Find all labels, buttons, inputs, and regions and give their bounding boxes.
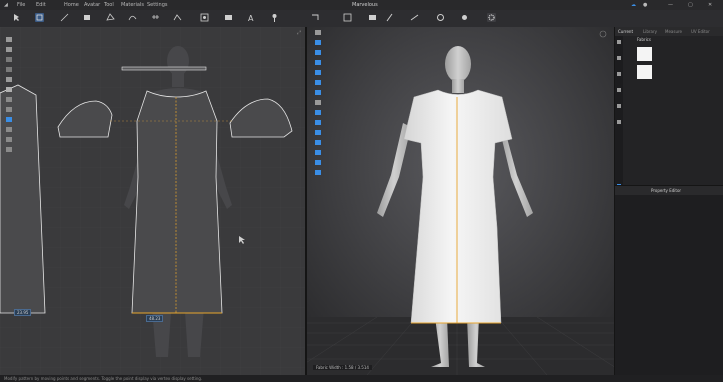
object-type-bar (615, 36, 623, 188)
expand-2d-icon[interactable]: ⤢ (297, 30, 301, 36)
seam-allowance-icon[interactable] (6, 107, 12, 112)
zoom-icon[interactable] (6, 47, 12, 52)
simulation-icon[interactable] (311, 13, 320, 22)
pin-tool-icon[interactable] (270, 13, 279, 22)
trim-type-icon[interactable] (617, 88, 621, 92)
fold-line-icon[interactable] (6, 137, 12, 142)
tab-current[interactable]: Current (618, 27, 633, 36)
free-sewing-icon[interactable] (173, 13, 182, 22)
steam-tool-icon[interactable] (436, 13, 445, 22)
measure-icon[interactable] (6, 127, 12, 132)
stress-map-icon[interactable] (315, 110, 321, 115)
select-tool-icon[interactable] (12, 13, 21, 22)
menu-file[interactable]: File (17, 0, 25, 10)
window-title: Marvelous (352, 2, 378, 8)
fit-map-icon[interactable] (315, 130, 321, 135)
pattern-side-toolbar (0, 33, 18, 163)
pressure-map-icon[interactable] (315, 140, 321, 145)
symmetry-icon[interactable] (6, 117, 12, 122)
notch-icon[interactable] (6, 57, 12, 62)
image-tool-icon[interactable] (224, 13, 233, 22)
internal-line-icon[interactable] (315, 150, 321, 155)
pattern-piece-strap[interactable] (121, 66, 207, 71)
gizmo-icon[interactable] (315, 30, 321, 35)
pattern-window-2d[interactable]: 23.95 48.23 ⤢ (0, 27, 305, 375)
fabrics-section-title: Fabrics (637, 37, 651, 42)
fabric-type-icon[interactable] (617, 40, 621, 44)
tab-measure[interactable]: Measure (665, 27, 682, 36)
trace-icon[interactable] (6, 67, 12, 72)
menu-materials[interactable]: Materials (121, 0, 144, 10)
seam-display-icon[interactable] (315, 160, 321, 165)
segment-tool-icon[interactable] (60, 13, 69, 22)
settings-gear-icon[interactable] (487, 13, 496, 22)
sewing-tool-icon[interactable] (151, 13, 160, 22)
svg-text:A: A (248, 14, 254, 22)
measure-points-icon[interactable] (315, 80, 321, 85)
toolbar: A (0, 10, 723, 28)
puckering-type-icon[interactable] (617, 120, 621, 124)
shadow-icon[interactable] (315, 170, 321, 175)
property-editor-body (615, 195, 723, 375)
measure-label-left: 23.95 (14, 309, 32, 316)
tab-uv-editor[interactable]: UV Editor (691, 27, 710, 36)
status-bar: Modify pattern by moving points and segm… (0, 375, 723, 382)
button-tool-icon[interactable] (460, 13, 469, 22)
avatar[interactable]: ● (643, 0, 647, 10)
texture-display-icon[interactable] (315, 100, 321, 105)
tab-library[interactable]: Library (643, 27, 657, 36)
viewport-canvas[interactable] (307, 27, 614, 375)
cloud-icon[interactable]: ☁ (631, 0, 636, 10)
object-browser-panel: Current Library Measure UV Editor Fabric… (614, 27, 723, 375)
app-logo-icon: ◢ (4, 2, 8, 8)
texture-tool-icon[interactable] (200, 13, 209, 22)
fit-view-icon[interactable] (6, 37, 12, 42)
select-mesh-icon[interactable] (343, 13, 352, 22)
menu-edit[interactable]: Edit (36, 0, 46, 10)
edit-curve-icon[interactable] (128, 13, 137, 22)
menu-avatar[interactable]: Avatar (84, 0, 100, 10)
arrangement-icon[interactable] (315, 60, 321, 65)
fitting-icon[interactable] (315, 90, 321, 95)
menu-bar: ◢ File Edit Home Avatar Tool Materials S… (0, 0, 723, 10)
measure-tool-icon[interactable] (410, 13, 419, 22)
grading-icon[interactable] (6, 97, 12, 102)
panel-tabs: Current Library Measure UV Editor (615, 27, 723, 36)
menu-settings[interactable]: Settings (147, 0, 168, 10)
avatar-display-icon[interactable] (315, 40, 321, 45)
maximize-icon[interactable]: ▢ (688, 0, 693, 10)
button-type-icon[interactable] (617, 56, 621, 60)
topstitch-type-icon[interactable] (617, 72, 621, 76)
fabric-swatch-1[interactable] (637, 47, 652, 61)
text-icon[interactable] (6, 77, 12, 82)
graphic-tool-icon[interactable]: A (247, 13, 256, 22)
transform-tool-icon[interactable] (35, 13, 44, 22)
garment-display-icon[interactable] (315, 50, 321, 55)
fabric-info-label: Fabric Width : 1.58 / 3.514 (313, 365, 372, 370)
viewport-side-toolbar (312, 30, 326, 180)
property-editor-header: Property Editor (615, 185, 723, 195)
minimize-icon[interactable]: — (668, 0, 673, 10)
measure-label-bottom: 48.23 (146, 315, 164, 322)
zipper-type-icon[interactable] (617, 104, 621, 108)
menu-home[interactable]: Home (64, 0, 79, 10)
close-icon[interactable]: ✕ (708, 0, 712, 10)
status-text: Modify pattern by moving points and segm… (4, 376, 203, 381)
skeleton-icon[interactable] (315, 70, 321, 75)
menu-tool[interactable]: Tool (104, 0, 114, 10)
fold-tool-icon[interactable] (368, 13, 377, 22)
viewport-3d[interactable]: Fabric Width : 1.58 / 3.514 (307, 27, 614, 375)
pattern-canvas[interactable] (0, 27, 305, 375)
rectangle-tool-icon[interactable] (83, 13, 92, 22)
fabric-swatch-2[interactable] (637, 65, 652, 79)
tack-tool-icon[interactable] (385, 13, 394, 22)
polygon-tool-icon[interactable] (106, 13, 115, 22)
strain-map-icon[interactable] (315, 120, 321, 125)
pattern-display-icon[interactable] (6, 87, 12, 92)
layer-icon[interactable] (6, 147, 12, 152)
pattern-piece-front[interactable] (131, 90, 223, 314)
property-editor-title: Property Editor (651, 188, 682, 193)
